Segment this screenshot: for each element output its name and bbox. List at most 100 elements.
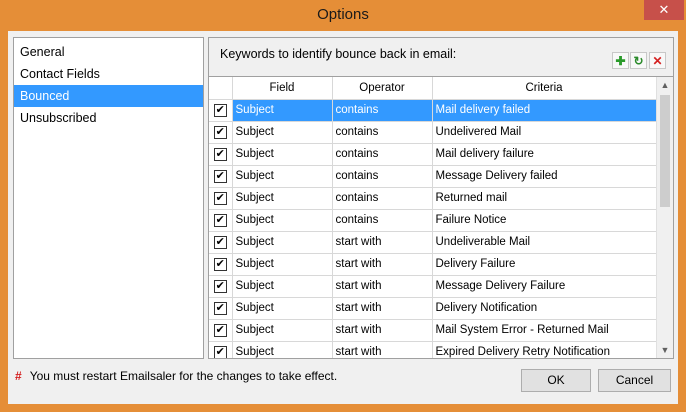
column-header-criteria[interactable]: Criteria — [432, 77, 657, 100]
header-row: Field Operator Criteria — [209, 77, 657, 100]
row-checkbox[interactable]: ✔ — [213, 147, 227, 161]
operator-cell[interactable]: contains — [332, 187, 433, 210]
field-cell[interactable]: Subject — [232, 253, 333, 276]
options-window: Options ✕ General Contact Fields Bounced… — [0, 0, 686, 412]
field-cell[interactable]: Subject — [232, 231, 333, 254]
row-checkbox-cell: ✔ — [209, 319, 233, 342]
field-cell[interactable]: Subject — [232, 209, 333, 232]
table-row[interactable]: ✔ Subject start with Delivery Notification — [209, 297, 657, 320]
keywords-table: Field Operator Criteria ✔ Subject contains… — [209, 77, 657, 358]
operator-cell[interactable]: contains — [332, 165, 433, 188]
operator-cell[interactable]: start with — [332, 231, 433, 254]
field-cell[interactable]: Subject — [232, 275, 333, 298]
add-keyword-button[interactable]: ✚ — [612, 52, 629, 69]
criteria-cell[interactable]: Mail System Error - Returned Mail — [432, 319, 657, 342]
column-header-operator[interactable]: Operator — [332, 77, 433, 100]
table-row[interactable]: ✔ Subject start with Mail System Error - Re… — [209, 319, 657, 342]
operator-cell[interactable]: contains — [332, 209, 433, 232]
row-checkbox-cell: ✔ — [209, 275, 233, 298]
criteria-cell[interactable]: Message Delivery Failure — [432, 275, 657, 298]
criteria-cell[interactable]: Delivery Notification — [432, 297, 657, 320]
plus-icon: ✚ — [615, 53, 626, 68]
row-checkbox-cell: ✔ — [209, 231, 233, 254]
row-checkbox[interactable]: ✔ — [213, 103, 227, 117]
scroll-thumb[interactable] — [660, 95, 670, 207]
note-marker: # — [15, 369, 22, 383]
row-checkbox-cell: ✔ — [209, 99, 233, 122]
operator-cell[interactable]: start with — [332, 297, 433, 320]
table-row[interactable]: ✔ Subject contains Message Delivery failed — [209, 165, 657, 188]
table-row[interactable]: ✔ Subject contains Failure Notice — [209, 209, 657, 232]
field-cell[interactable]: Subject — [232, 341, 333, 358]
row-checkbox[interactable]: ✔ — [213, 257, 227, 271]
criteria-cell[interactable]: Delivery Failure — [432, 253, 657, 276]
criteria-cell[interactable]: Undelivered Mail — [432, 121, 657, 144]
table-row[interactable]: ✔ Subject start with Expired Delivery Retry… — [209, 341, 657, 358]
refresh-button[interactable]: ↻ — [630, 52, 647, 69]
criteria-cell[interactable]: Undeliverable Mail — [432, 231, 657, 254]
table-row[interactable]: ✔ Subject start with Delivery Failure — [209, 253, 657, 276]
table-row[interactable]: ✔ Subject contains Mail delivery failure — [209, 143, 657, 166]
sidebar-item-unsubscribed[interactable]: Unsubscribed — [14, 107, 203, 129]
row-checkbox-cell: ✔ — [209, 341, 233, 358]
title-bar[interactable]: Options ✕ — [0, 0, 686, 31]
table-row[interactable]: ✔ Subject start with Message Delivery Failu… — [209, 275, 657, 298]
row-checkbox[interactable]: ✔ — [213, 301, 227, 315]
criteria-cell[interactable]: Mail delivery failure — [432, 143, 657, 166]
column-header-check[interactable] — [209, 77, 233, 100]
field-cell[interactable]: Subject — [232, 297, 333, 320]
field-cell[interactable]: Subject — [232, 121, 333, 144]
row-checkbox-cell: ✔ — [209, 253, 233, 276]
row-checkbox-cell: ✔ — [209, 121, 233, 144]
table-row[interactable]: ✔ Subject start with Undeliverable Mail — [209, 231, 657, 254]
table-row[interactable]: ✔ Subject contains Mail delivery failed — [209, 99, 657, 122]
field-cell[interactable]: Subject — [232, 99, 333, 122]
criteria-cell[interactable]: Expired Delivery Retry Notification — [432, 341, 657, 358]
table-row[interactable]: ✔ Subject contains Returned mail — [209, 187, 657, 210]
delete-keyword-button[interactable]: ✕ — [649, 52, 666, 69]
criteria-cell[interactable]: Mail delivery failed — [432, 99, 657, 122]
close-button[interactable]: ✕ — [644, 0, 684, 20]
table-row[interactable]: ✔ Subject contains Undelivered Mail — [209, 121, 657, 144]
sidebar-item-general[interactable]: General — [14, 41, 203, 63]
ok-button[interactable]: OK — [521, 369, 591, 392]
panel-title: Keywords to identify bounce back in emai… — [220, 47, 457, 61]
row-checkbox[interactable]: ✔ — [213, 191, 227, 205]
operator-cell[interactable]: start with — [332, 253, 433, 276]
operator-cell[interactable]: start with — [332, 275, 433, 298]
row-checkbox[interactable]: ✔ — [213, 125, 227, 139]
cancel-button[interactable]: Cancel — [598, 369, 671, 392]
row-checkbox[interactable]: ✔ — [213, 213, 227, 227]
operator-cell[interactable]: start with — [332, 319, 433, 342]
criteria-cell[interactable]: Message Delivery failed — [432, 165, 657, 188]
row-checkbox-cell: ✔ — [209, 143, 233, 166]
row-checkbox[interactable]: ✔ — [213, 345, 227, 358]
window-title: Options — [317, 6, 369, 23]
row-checkbox[interactable]: ✔ — [213, 235, 227, 249]
column-header-field[interactable]: Field — [232, 77, 333, 100]
bounced-panel: Keywords to identify bounce back in emai… — [208, 37, 674, 359]
close-icon: ✕ — [658, 2, 670, 17]
row-checkbox[interactable]: ✔ — [213, 169, 227, 183]
operator-cell[interactable]: start with — [332, 341, 433, 358]
row-checkbox[interactable]: ✔ — [213, 279, 227, 293]
field-cell[interactable]: Subject — [232, 319, 333, 342]
vertical-scrollbar[interactable]: ▲ ▼ — [656, 77, 673, 358]
delete-icon: ✕ — [652, 53, 663, 68]
category-list: General Contact Fields Bounced Unsubscri… — [13, 37, 204, 359]
scroll-down-icon[interactable]: ▼ — [657, 342, 673, 358]
field-cell[interactable]: Subject — [232, 165, 333, 188]
operator-cell[interactable]: contains — [332, 121, 433, 144]
sidebar-item-bounced[interactable]: Bounced — [14, 85, 203, 107]
operator-cell[interactable]: contains — [332, 143, 433, 166]
scroll-up-icon[interactable]: ▲ — [657, 77, 673, 94]
row-checkbox[interactable]: ✔ — [213, 323, 227, 337]
sidebar-item-contact-fields[interactable]: Contact Fields — [14, 63, 203, 85]
field-cell[interactable]: Subject — [232, 143, 333, 166]
operator-cell[interactable]: contains — [332, 99, 433, 122]
restart-note: # You must restart Emailsaler for the cha… — [15, 369, 337, 383]
criteria-cell[interactable]: Returned mail — [432, 187, 657, 210]
row-checkbox-cell: ✔ — [209, 165, 233, 188]
field-cell[interactable]: Subject — [232, 187, 333, 210]
criteria-cell[interactable]: Failure Notice — [432, 209, 657, 232]
